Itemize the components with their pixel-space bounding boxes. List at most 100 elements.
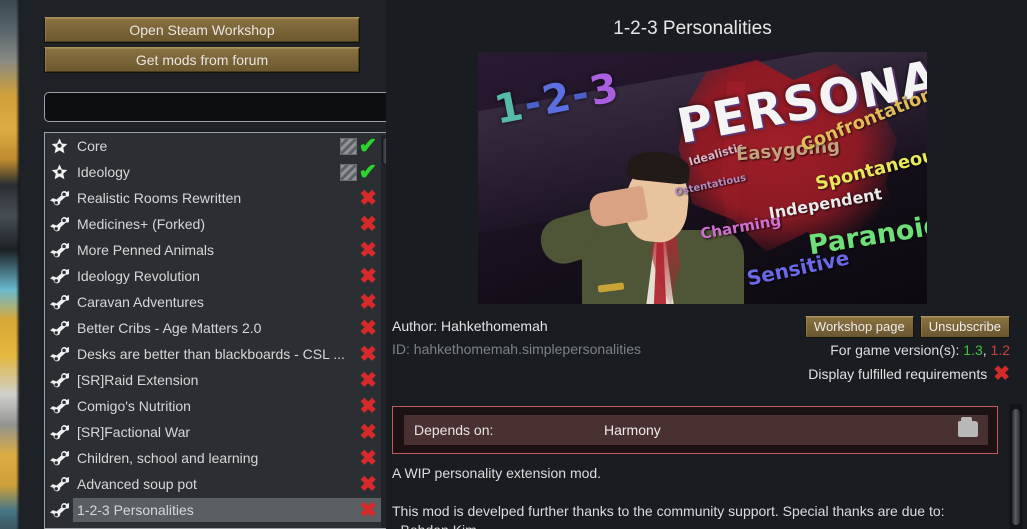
mod-list-item-label: Core	[77, 138, 108, 154]
mod-list-item-body: Better Cribs - Age Matters 2.0 ✖	[73, 316, 381, 340]
cross-icon[interactable]: ✖	[359, 396, 377, 417]
game-version-supported: 1.3	[963, 342, 983, 358]
cross-icon[interactable]: ✖	[359, 448, 377, 469]
cross-icon[interactable]: ✖	[359, 266, 377, 287]
dependency-row[interactable]: Depends on: Harmony	[404, 415, 988, 445]
mod-list-item-body: Comigo's Nutrition ✖	[73, 394, 381, 418]
cross-icon[interactable]: ✖	[359, 500, 377, 521]
mod-list-item-label: Comigo's Nutrition	[77, 398, 191, 414]
display-fulfilled-requirements-toggle[interactable]: Display fulfilled requirements ✖	[808, 364, 1010, 384]
check-icon[interactable]: ✔	[359, 161, 377, 183]
mod-list-item-label: Realistic Rooms Rewritten	[77, 190, 242, 206]
mod-list-item-body: [SR]Factional War ✖	[73, 420, 381, 444]
description-scrollbar[interactable]	[1009, 404, 1023, 529]
mod-list-panel: Open Steam Workshop Get mods from forum …	[20, 0, 396, 529]
steam-icon	[45, 471, 73, 497]
mod-list-item-body: Realistic Rooms Rewritten ✖	[73, 186, 381, 210]
cross-icon[interactable]: ✖	[359, 292, 377, 313]
folder-icon[interactable]	[958, 417, 978, 437]
cross-icon[interactable]: ✖	[359, 422, 377, 443]
steam-icon	[45, 237, 73, 263]
mod-list[interactable]: Core ✔ Ideology ✔ Realistic Rooms Rewritten ✖…	[44, 132, 396, 529]
mod-list-item-marks: ✖	[359, 318, 381, 339]
mod-list-item-label: [SR]Raid Extension	[77, 372, 199, 388]
mod-list-item-body: 1-2-3 Personalities ✖	[73, 498, 381, 522]
open-steam-workshop-button[interactable]: Open Steam Workshop	[44, 17, 360, 43]
mod-list-item-marks: ✖	[359, 370, 381, 391]
dependencies-box: Depends on: Harmony	[392, 406, 998, 454]
mod-list-item[interactable]: Ideology ✔	[45, 159, 381, 185]
cross-icon[interactable]: ✖	[359, 188, 377, 209]
star-icon	[45, 159, 73, 185]
mod-list-item-marks: ✖	[359, 240, 381, 261]
mod-list-item-marks: ✖	[359, 396, 381, 417]
cross-icon[interactable]: ✖	[359, 474, 377, 495]
dependency-label: Depends on:	[414, 422, 494, 438]
steam-icon	[45, 263, 73, 289]
mod-list-item[interactable]: Better Cribs - Age Matters 2.0 ✖	[45, 315, 381, 341]
check-icon[interactable]: ✔	[359, 135, 377, 157]
mod-list-item[interactable]: Core ✔	[45, 133, 381, 159]
mod-list-item[interactable]: More Penned Animals ✖	[45, 237, 381, 263]
mod-list-item-label: Desks are better than blackboards - CSL …	[77, 346, 345, 362]
mod-list-item-body: Desks are better than blackboards - CSL …	[73, 342, 381, 366]
mod-list-item[interactable]: Desks are better than blackboards - CSL …	[45, 341, 381, 367]
steam-icon	[45, 211, 73, 237]
page-title: 1-2-3 Personalities	[613, 18, 772, 39]
mod-list-item-label: 1-2-3 Personalities	[77, 502, 194, 518]
steam-icon	[45, 497, 73, 523]
search-input[interactable]	[44, 92, 396, 122]
mod-list-item[interactable]: 1-2-3 Personalities ✖	[45, 497, 381, 523]
cross-icon[interactable]: ✖	[359, 344, 377, 365]
steam-icon	[45, 367, 73, 393]
mod-author: Author: Hahkethomemah	[392, 318, 548, 334]
locked-icon	[339, 163, 357, 181]
steam-icon	[45, 445, 73, 471]
get-mods-from-forum-button[interactable]: Get mods from forum	[44, 47, 360, 73]
mod-list-item[interactable]: Caravan Adventures ✖	[45, 289, 381, 315]
mod-list-item[interactable]: [SR]Raid Extension ✖	[45, 367, 381, 393]
mod-list-item-body: [SR]Raid Extension ✖	[73, 368, 381, 392]
mod-id: ID: hahkethomemah.simplepersonalities	[392, 341, 642, 357]
steam-icon	[45, 419, 73, 445]
mod-list-item-label: Better Cribs - Age Matters 2.0	[77, 320, 262, 336]
steam-icon	[45, 393, 73, 419]
mod-list-item-label: [SR]Factional War	[77, 424, 191, 440]
unsubscribe-button[interactable]: Unsubscribe	[919, 316, 1010, 338]
cross-icon[interactable]: ✖	[359, 370, 377, 391]
steam-icon	[45, 341, 73, 367]
mod-list-item[interactable]: Advanced soup pot ✖	[45, 471, 381, 497]
mod-list-item-marks: ✖	[359, 474, 381, 495]
mod-list-item-marks: ✖	[359, 500, 381, 521]
mod-list-item[interactable]: Medicines+ (Forked) ✖	[45, 211, 381, 237]
steam-icon	[45, 185, 73, 211]
mod-list-item-marks: ✖	[359, 344, 381, 365]
mod-list-item-body: Medicines+ (Forked) ✖	[73, 212, 381, 236]
workshop-page-button[interactable]: Workshop page	[804, 316, 914, 338]
mod-list-item[interactable]: Comigo's Nutrition ✖	[45, 393, 381, 419]
display-fulfilled-requirements-label: Display fulfilled requirements	[808, 366, 988, 382]
cross-icon[interactable]: ✖	[359, 214, 377, 235]
cross-icon[interactable]: ✖	[359, 240, 377, 261]
mod-list-item[interactable]: Realistic Rooms Rewritten ✖	[45, 185, 381, 211]
mod-list-item-body: Advanced soup pot ✖	[73, 472, 381, 496]
game-version-info: For game version(s): 1.3, 1.2	[830, 342, 1010, 358]
mod-list-item-body: Core ✔	[73, 134, 381, 158]
star-icon	[45, 133, 73, 159]
cross-icon[interactable]: ✖	[993, 364, 1010, 384]
mod-manager-window: Open Steam Workshop Get mods from forum …	[0, 0, 1027, 529]
mod-list-item[interactable]: Children, school and learning ✖	[45, 445, 381, 471]
mod-list-item-marks: ✔	[339, 161, 381, 183]
mod-list-item-label: Children, school and learning	[77, 450, 259, 466]
mod-list-item[interactable]: [SR]Factional War ✖	[45, 419, 381, 445]
mod-action-buttons: Workshop page Unsubscribe	[804, 316, 1010, 338]
mod-list-item[interactable]: Ideology Revolution ✖	[45, 263, 381, 289]
description-scrollbar-thumb[interactable]	[1011, 408, 1021, 526]
mod-list-item-marks: ✖	[359, 214, 381, 235]
mod-list-item-marks: ✖	[359, 292, 381, 313]
mod-list-item-label: Advanced soup pot	[77, 476, 197, 492]
mod-list-item-label: Ideology	[77, 164, 130, 180]
cross-icon[interactable]: ✖	[359, 318, 377, 339]
mod-detail-panel: 1-2-3 Personalities 1-2-3 PERSONALITIES …	[386, 0, 1027, 529]
game-background-art	[0, 0, 20, 529]
